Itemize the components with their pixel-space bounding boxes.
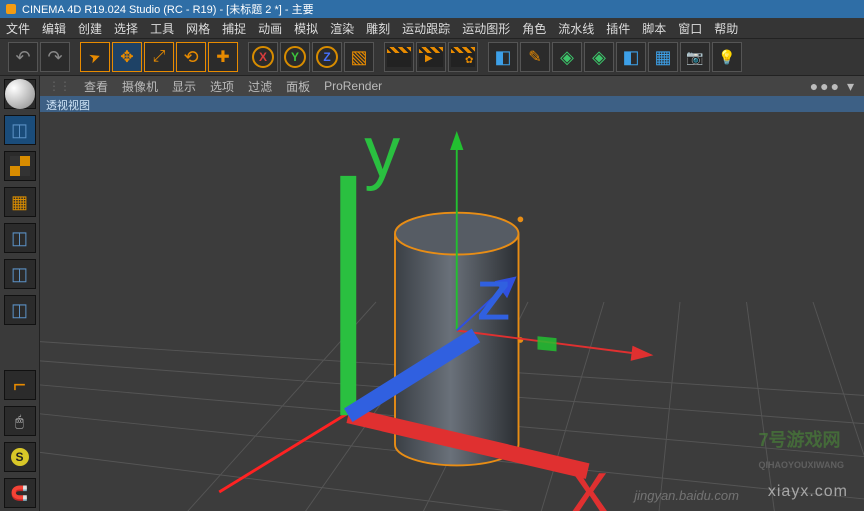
snap-s-icon: S xyxy=(11,448,29,466)
axis-z-toggle[interactable]: Z xyxy=(312,42,342,72)
watermark-domain: xiayx.com xyxy=(768,483,848,501)
render-settings-button[interactable] xyxy=(448,42,478,72)
vp-display[interactable]: 显示 xyxy=(172,78,196,95)
menu-simulate[interactable]: 模拟 xyxy=(294,20,318,37)
menu-render[interactable]: 渲染 xyxy=(330,20,354,37)
menu-animate[interactable]: 动画 xyxy=(258,20,282,37)
main-area: S ⋮⋮ 查看 摄像机 显示 选项 过滤 面板 ProRender ●●● ▾ … xyxy=(0,76,864,511)
menu-character[interactable]: 角色 xyxy=(522,20,546,37)
redo-button[interactable] xyxy=(40,42,70,72)
menu-script[interactable]: 脚本 xyxy=(642,20,666,37)
generator-button[interactable] xyxy=(552,42,582,72)
svg-text:y: y xyxy=(364,112,400,192)
axis-y-icon: Y xyxy=(284,46,306,68)
axis-tool-button[interactable] xyxy=(4,370,36,400)
svg-text:z: z xyxy=(476,255,512,335)
primitive-cube-button[interactable] xyxy=(488,42,518,72)
menu-edit[interactable]: 编辑 xyxy=(42,20,66,37)
coord-system-button[interactable] xyxy=(344,42,374,72)
axis-y-toggle[interactable]: Y xyxy=(280,42,310,72)
menu-plugins[interactable]: 插件 xyxy=(606,20,630,37)
viewport-label: 透视视图 xyxy=(40,96,864,112)
menu-select[interactable]: 选择 xyxy=(114,20,138,37)
deformer-button[interactable] xyxy=(616,42,646,72)
camera-button[interactable] xyxy=(680,42,710,72)
menu-motiontrack[interactable]: 运动跟踪 xyxy=(402,20,450,37)
vp-camera[interactable]: 摄像机 xyxy=(122,78,158,95)
vp-prorender[interactable]: ProRender xyxy=(324,79,382,93)
title-bar: CINEMA 4D R19.024 Studio (RC - R19) - [未… xyxy=(0,0,864,18)
app-icon xyxy=(6,4,16,14)
polygon-mode-button[interactable] xyxy=(4,295,36,325)
main-toolbar: X Y Z xyxy=(0,38,864,76)
menu-create[interactable]: 创建 xyxy=(78,20,102,37)
title-text: CINEMA 4D R19.024 Studio (RC - R19) - [未… xyxy=(22,1,314,17)
mini-axis-icon: y x z xyxy=(40,112,864,511)
svg-text:x: x xyxy=(572,447,608,511)
rotate-tool[interactable] xyxy=(176,42,206,72)
menu-tools[interactable]: 工具 xyxy=(150,20,174,37)
vp-view[interactable]: 查看 xyxy=(84,78,108,95)
viewport-menu-bar: ⋮⋮ 查看 摄像机 显示 选项 过滤 面板 ProRender ●●● ▾ xyxy=(40,76,864,96)
checker-icon xyxy=(10,156,30,176)
workplane-mode-button[interactable] xyxy=(4,187,36,217)
menu-snap[interactable]: 捕捉 xyxy=(222,20,246,37)
move-tool[interactable] xyxy=(112,42,142,72)
watermark-source: jingyan.baidu.com xyxy=(634,488,739,503)
axis-x-toggle[interactable]: X xyxy=(248,42,278,72)
spline-pen-button[interactable] xyxy=(520,42,550,72)
scale-tool[interactable] xyxy=(144,42,174,72)
edge-mode-button[interactable] xyxy=(4,259,36,289)
magnet-button[interactable] xyxy=(4,478,36,508)
render-view-button[interactable] xyxy=(384,42,414,72)
model-mode-button[interactable] xyxy=(4,115,36,145)
vp-options[interactable]: 选项 xyxy=(210,78,234,95)
menu-file[interactable]: 文件 xyxy=(6,20,30,37)
point-mode-button[interactable] xyxy=(4,223,36,253)
globe-icon xyxy=(5,79,35,109)
generator2-button[interactable] xyxy=(584,42,614,72)
menu-pipeline[interactable]: 流水线 xyxy=(558,20,594,37)
drag-handle-icon: ⋮⋮ xyxy=(48,79,70,93)
select-tool[interactable] xyxy=(80,42,110,72)
environment-button[interactable] xyxy=(648,42,678,72)
left-tool-panel: S xyxy=(0,76,40,511)
main-menu-bar: 文件 编辑 创建 选择 工具 网格 捕捉 动画 模拟 渲染 雕刻 运动跟踪 运动… xyxy=(0,18,864,38)
menu-window[interactable]: 窗口 xyxy=(678,20,702,37)
snap-button[interactable]: S xyxy=(4,442,36,472)
light-button[interactable] xyxy=(712,42,742,72)
menu-help[interactable]: 帮助 xyxy=(714,20,738,37)
menu-sculpt[interactable]: 雕刻 xyxy=(366,20,390,37)
watermark-logo: 7号游戏网 QIHAOYOUXIWANG xyxy=(758,426,844,473)
menu-mesh[interactable]: 网格 xyxy=(186,20,210,37)
perspective-viewport[interactable]: y x z 7号游戏网 QIHAOYOUXIWANG jingyan.baidu… xyxy=(40,112,864,511)
axis-x-icon: X xyxy=(252,46,274,68)
make-editable-button[interactable] xyxy=(4,79,36,109)
render-picture-button[interactable] xyxy=(416,42,446,72)
axis-z-icon: Z xyxy=(316,46,338,68)
tweak-mode-button[interactable] xyxy=(4,406,36,436)
undo-button[interactable] xyxy=(8,42,38,72)
menu-mograph[interactable]: 运动图形 xyxy=(462,20,510,37)
vp-filter[interactable]: 过滤 xyxy=(248,78,272,95)
viewport-column: ⋮⋮ 查看 摄像机 显示 选项 过滤 面板 ProRender ●●● ▾ 透视… xyxy=(40,76,864,511)
texture-mode-button[interactable] xyxy=(4,151,36,181)
recent-tool[interactable] xyxy=(208,42,238,72)
viewport-options-icon[interactable]: ●●● ▾ xyxy=(810,78,856,95)
vp-panel[interactable]: 面板 xyxy=(286,78,310,95)
